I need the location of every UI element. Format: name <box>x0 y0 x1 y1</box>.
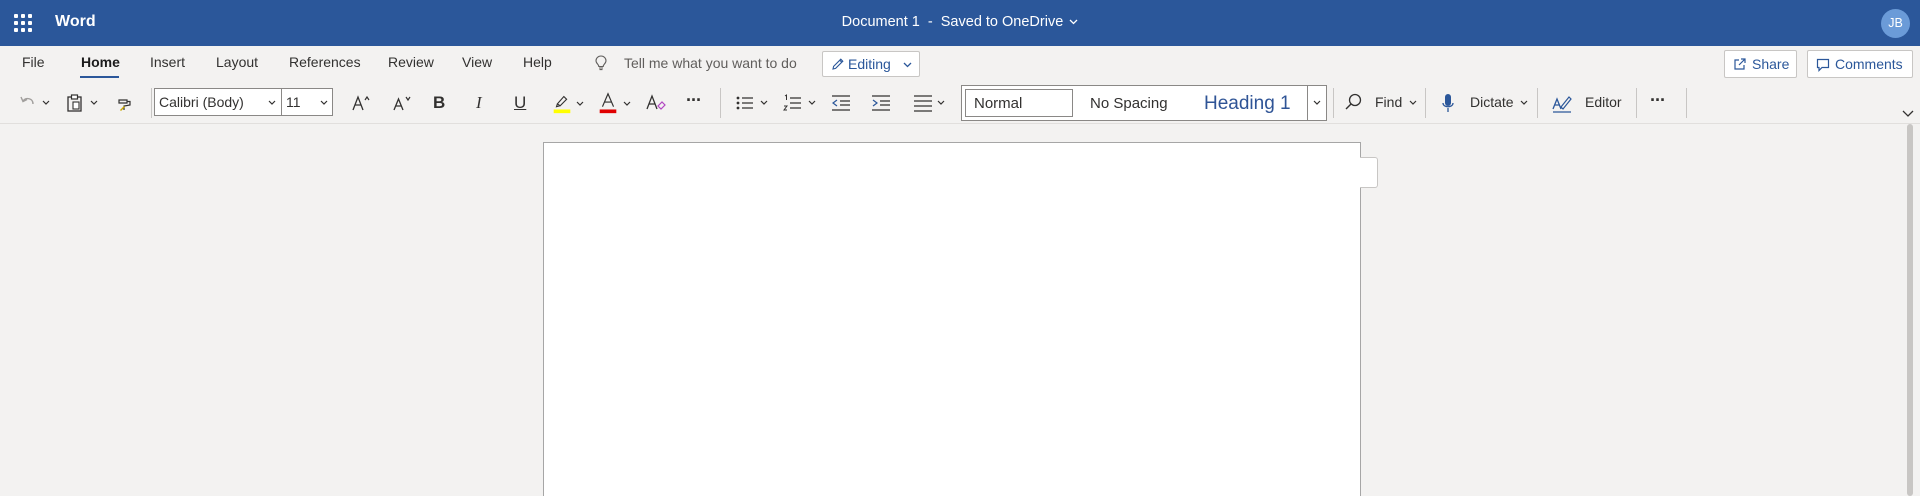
tab-file[interactable]: File <box>22 54 45 70</box>
bullets-icon[interactable] <box>735 91 755 115</box>
highlight-icon[interactable] <box>552 91 572 115</box>
chevron-down-icon[interactable] <box>623 101 631 107</box>
ribbon-separator <box>1425 88 1426 118</box>
shrink-font-icon[interactable] <box>391 91 413 115</box>
editor-label[interactable]: Editor <box>1585 94 1622 110</box>
vertical-scrollbar[interactable] <box>1907 124 1913 496</box>
tab-view[interactable]: View <box>462 54 492 70</box>
dictate-label[interactable]: Dictate <box>1470 94 1514 110</box>
share-label: Share <box>1752 56 1790 72</box>
chevron-down-icon[interactable] <box>1069 19 1078 25</box>
title-bar: Word Document 1 - Saved to OneDrive JB <box>0 0 1920 46</box>
editing-label: Editing <box>848 56 891 72</box>
style-no-spacing[interactable]: No Spacing <box>1090 95 1168 112</box>
tab-review[interactable]: Review <box>388 54 434 70</box>
chevron-down-icon[interactable] <box>1409 100 1417 106</box>
ribbon-separator <box>720 88 721 118</box>
ribbon-separator <box>1333 88 1334 118</box>
pencil-icon <box>832 58 844 70</box>
tell-me-search[interactable]: Tell me what you want to do <box>624 55 797 71</box>
microphone-icon[interactable] <box>1440 91 1456 115</box>
numbering-icon[interactable] <box>783 91 803 115</box>
styles-more-button[interactable] <box>1307 86 1326 120</box>
avatar[interactable]: JB <box>1881 9 1910 38</box>
tab-home[interactable]: Home <box>81 54 120 70</box>
chevron-down-icon[interactable] <box>576 101 584 107</box>
chevron-down-icon <box>903 62 912 68</box>
increase-indent-icon[interactable] <box>871 91 891 115</box>
title-separator: - <box>927 14 933 30</box>
editor-icon[interactable] <box>1551 91 1573 115</box>
style-heading-1[interactable]: Heading 1 <box>1204 93 1291 115</box>
chevron-down-icon[interactable] <box>808 100 816 106</box>
find-label[interactable]: Find <box>1375 94 1402 110</box>
share-icon <box>1734 58 1746 70</box>
page-side-tab[interactable] <box>1360 157 1378 188</box>
font-name-value: Calibri (Body) <box>159 94 244 110</box>
chevron-down-icon[interactable] <box>42 100 50 106</box>
menu-bar: File Home Insert Layout References Revie… <box>0 46 1920 82</box>
style-normal[interactable]: Normal <box>965 89 1073 117</box>
app-name[interactable]: Word <box>55 13 96 31</box>
underline-button[interactable]: U <box>514 93 526 117</box>
comments-button[interactable]: Comments <box>1807 50 1913 78</box>
ribbon-separator <box>1686 88 1687 118</box>
chevron-down-icon <box>320 100 328 105</box>
ribbon-separator <box>151 88 152 118</box>
search-icon[interactable] <box>1344 91 1364 115</box>
comments-label: Comments <box>1835 56 1903 72</box>
document-name[interactable]: Document 1 <box>842 14 920 30</box>
share-button[interactable]: Share <box>1724 50 1797 78</box>
document-title: Document 1 - Saved to OneDrive <box>0 14 1920 30</box>
grow-font-icon[interactable] <box>350 91 372 115</box>
undo-icon[interactable] <box>18 91 38 115</box>
font-size-value: 11 <box>286 94 301 110</box>
ribbon-home: Calibri (Body) 11 B I U ··· Normal No Sp… <box>0 82 1920 124</box>
font-size-dropdown[interactable]: 11 <box>281 88 333 116</box>
clipboard-icon[interactable] <box>66 91 84 115</box>
chevron-down-icon[interactable] <box>1520 100 1528 106</box>
ribbon-separator <box>1636 88 1637 118</box>
tab-layout[interactable]: Layout <box>216 54 258 70</box>
comment-icon <box>1816 58 1830 72</box>
decrease-indent-icon[interactable] <box>831 91 851 115</box>
app-launcher-icon[interactable] <box>14 14 32 32</box>
save-status[interactable]: Saved to OneDrive <box>941 14 1064 30</box>
tab-references[interactable]: References <box>289 54 361 70</box>
tab-help[interactable]: Help <box>523 54 552 70</box>
chevron-down-icon[interactable] <box>90 100 98 106</box>
font-name-dropdown[interactable]: Calibri (Body) <box>154 88 282 116</box>
style-normal-label: Normal <box>974 95 1023 112</box>
more-icon[interactable]: ··· <box>1650 90 1666 114</box>
chevron-down-icon <box>268 100 276 105</box>
document-page[interactable] <box>543 142 1361 496</box>
clear-formatting-icon[interactable] <box>645 91 667 115</box>
collapse-ribbon-icon[interactable] <box>1902 110 1914 118</box>
align-icon[interactable] <box>913 91 933 115</box>
chevron-down-icon <box>1313 100 1321 105</box>
font-color-icon[interactable] <box>598 91 618 115</box>
tab-insert[interactable]: Insert <box>150 54 185 70</box>
bold-button[interactable]: B <box>433 93 445 117</box>
more-font-options-button[interactable]: ··· <box>686 90 702 114</box>
chevron-down-icon[interactable] <box>760 100 768 106</box>
chevron-down-icon[interactable] <box>937 100 945 106</box>
active-tab-indicator <box>80 76 119 78</box>
format-painter-icon[interactable] <box>116 91 134 115</box>
styles-gallery: Normal No Spacing Heading 1 <box>961 85 1327 121</box>
lightbulb-icon <box>595 55 607 71</box>
ribbon-separator <box>1537 88 1538 118</box>
italic-button[interactable]: I <box>476 93 482 117</box>
editing-mode-button[interactable]: Editing <box>822 51 920 77</box>
